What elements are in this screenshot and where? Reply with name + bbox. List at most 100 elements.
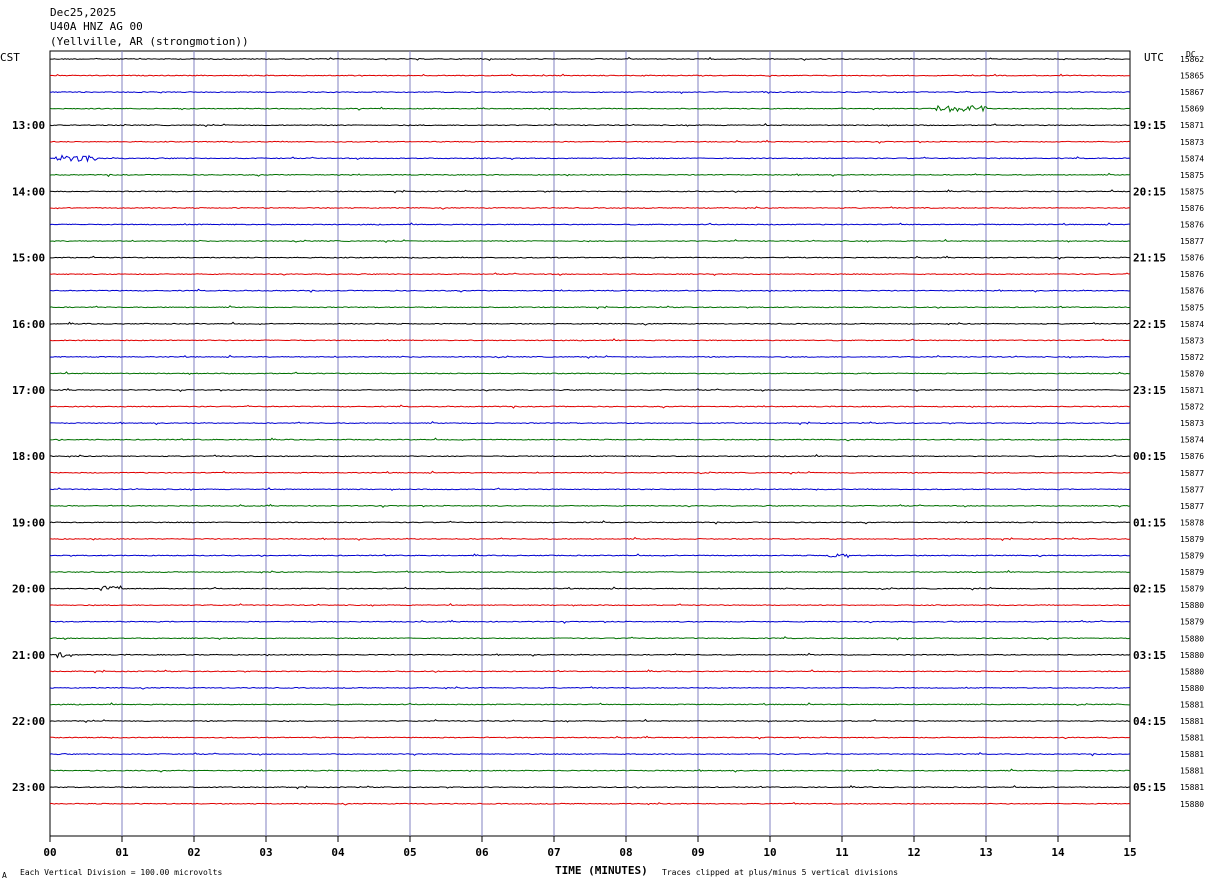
trace-43 bbox=[50, 768, 1131, 773]
trace-28 bbox=[49, 520, 1131, 525]
dc-value: 15880 bbox=[1180, 651, 1204, 660]
trace-40 bbox=[49, 718, 1131, 723]
left-timezone-label: CST bbox=[0, 51, 20, 64]
dc-value: 15876 bbox=[1180, 204, 1204, 213]
x-tick-label: 12 bbox=[907, 846, 920, 859]
left-hour-label: 18:00 bbox=[12, 450, 45, 463]
trace-32 bbox=[49, 585, 1131, 592]
plot-border bbox=[49, 50, 1131, 837]
helicorder-chart: Dec25,2025 U40A HNZ AG 00 (Yellville, AR… bbox=[0, 6, 1204, 880]
trace-5 bbox=[49, 139, 1131, 144]
right-hour-label: 03:15 bbox=[1133, 649, 1166, 662]
right-hour-label: 01:15 bbox=[1133, 516, 1166, 529]
x-tick-label: 09 bbox=[691, 846, 704, 859]
dc-value: 15876 bbox=[1180, 452, 1204, 461]
x-tick-label: 15 bbox=[1123, 846, 1136, 859]
dc-value: 15881 bbox=[1180, 700, 1204, 709]
dc-value: 15880 bbox=[1180, 634, 1204, 643]
dc-value: 15873 bbox=[1180, 336, 1204, 345]
x-axis-ticks: 00 01 02 03 04 05 06 07 08 09 10 11 12 13 14 15 bbox=[43, 836, 1137, 859]
dc-value: 15871 bbox=[1180, 121, 1204, 130]
grid bbox=[49, 50, 1131, 837]
right-hour-labels: 19:15 20:15 21:15 22:15 23:15 00:15 01:15 02:15… bbox=[1133, 119, 1166, 794]
dc-value: 15872 bbox=[1180, 353, 1204, 362]
right-hour-label: 04:15 bbox=[1133, 715, 1166, 728]
trace-0 bbox=[49, 56, 1131, 62]
trace-12 bbox=[49, 255, 1131, 260]
trace-39 bbox=[49, 702, 1131, 706]
left-hour-label: 20:00 bbox=[12, 583, 45, 596]
trace-37 bbox=[49, 669, 1131, 674]
trace-11 bbox=[49, 238, 1131, 244]
dc-value: 15874 bbox=[1180, 320, 1204, 329]
trace-38 bbox=[49, 686, 1131, 690]
dc-value: 15878 bbox=[1180, 518, 1204, 527]
dc-value: 15877 bbox=[1180, 485, 1204, 494]
dc-value: 15876 bbox=[1180, 270, 1204, 279]
dc-value: 15867 bbox=[1180, 88, 1204, 97]
right-hour-label: 05:15 bbox=[1133, 781, 1166, 794]
trace-2 bbox=[49, 90, 1131, 95]
trace-41 bbox=[49, 735, 1131, 740]
dc-value: 15871 bbox=[1180, 386, 1204, 395]
right-hour-label: 20:15 bbox=[1133, 185, 1166, 198]
x-tick-label: 03 bbox=[259, 846, 272, 859]
dc-value: 15880 bbox=[1180, 684, 1204, 693]
x-tick-label: 06 bbox=[475, 846, 489, 859]
dc-value: 15865 bbox=[1180, 72, 1204, 81]
dc-value: 15879 bbox=[1180, 568, 1204, 577]
left-hour-label: 16:00 bbox=[12, 318, 45, 331]
trace-3 bbox=[49, 104, 1131, 113]
trace-13 bbox=[49, 272, 1131, 276]
dc-value: 15872 bbox=[1180, 403, 1204, 412]
trace-14 bbox=[49, 288, 1131, 293]
x-tick-label: 10 bbox=[763, 846, 776, 859]
dc-value: 15874 bbox=[1180, 436, 1204, 445]
dc-value: 15877 bbox=[1180, 502, 1204, 511]
trace-15 bbox=[49, 305, 1131, 310]
trace-4 bbox=[49, 123, 1131, 128]
dc-value: 15879 bbox=[1180, 552, 1204, 561]
x-tick-label: 05 bbox=[403, 846, 416, 859]
dc-value: 15869 bbox=[1180, 105, 1204, 114]
dc-value: 15873 bbox=[1180, 138, 1204, 147]
right-hour-label: 02:15 bbox=[1133, 583, 1166, 596]
trace-8 bbox=[49, 189, 1131, 194]
right-hour-label: 21:15 bbox=[1133, 252, 1166, 265]
right-hour-label: 19:15 bbox=[1133, 119, 1166, 132]
trace-35 bbox=[49, 636, 1131, 641]
corner-mark: A bbox=[2, 871, 7, 880]
right-hour-label: 00:15 bbox=[1133, 450, 1166, 463]
dc-value: 15874 bbox=[1180, 154, 1204, 163]
trace-30 bbox=[49, 553, 1131, 559]
trace-44 bbox=[49, 785, 1131, 790]
trace-24 bbox=[49, 454, 1131, 458]
trace-10 bbox=[49, 222, 1131, 226]
x-axis-label: TIME (MINUTES) bbox=[555, 864, 648, 877]
clip-note: Traces clipped at plus/minus 5 vertical … bbox=[662, 868, 898, 877]
left-hour-label: 23:00 bbox=[12, 781, 45, 794]
trace-25 bbox=[49, 470, 1131, 475]
left-hour-labels: 13:00 14:00 15:00 16:00 17:00 18:00 19:00 20:00… bbox=[12, 119, 45, 794]
station-label: U40A HNZ AG 00 bbox=[50, 20, 143, 33]
trace-21 bbox=[49, 404, 1131, 409]
trace-45 bbox=[49, 802, 1131, 806]
dc-value: 15881 bbox=[1180, 750, 1204, 759]
dc-value: 15879 bbox=[1180, 585, 1204, 594]
dc-value: 15881 bbox=[1180, 783, 1204, 792]
dc-value: 15862 bbox=[1180, 55, 1204, 64]
dc-value: 15881 bbox=[1180, 717, 1204, 726]
trace-9 bbox=[49, 206, 1131, 210]
traces bbox=[49, 56, 1131, 806]
dc-value: 15881 bbox=[1180, 767, 1204, 776]
dc-value: 15875 bbox=[1180, 303, 1204, 312]
trace-42 bbox=[49, 752, 1131, 757]
location-label: (Yellville, AR (strongmotion)) bbox=[50, 35, 249, 48]
trace-6 bbox=[49, 154, 1131, 163]
left-hour-label: 14:00 bbox=[12, 185, 45, 198]
dc-value: 15877 bbox=[1180, 469, 1204, 478]
dc-value: 15880 bbox=[1180, 667, 1204, 676]
x-tick-label: 00 bbox=[43, 846, 56, 859]
left-hour-label: 22:00 bbox=[12, 715, 45, 728]
trace-29 bbox=[49, 536, 1131, 542]
